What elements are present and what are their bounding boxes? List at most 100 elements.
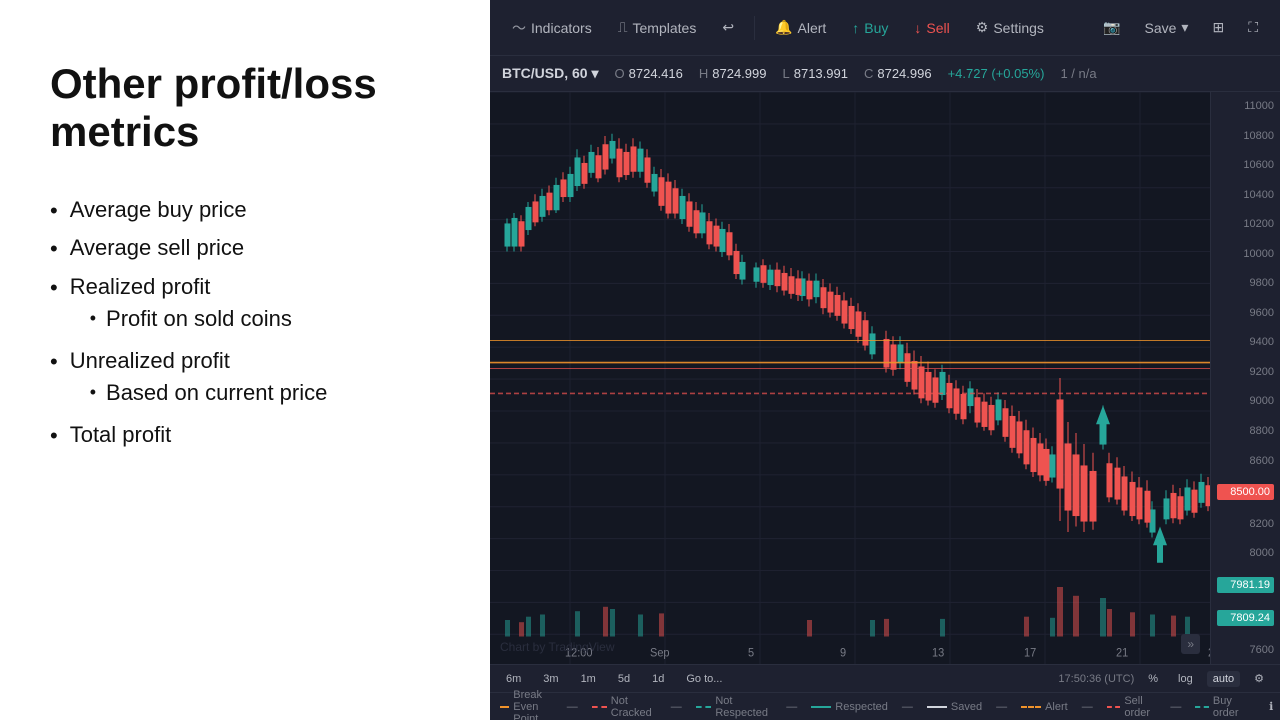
watermark: Chart by TradingView <box>500 640 615 654</box>
svg-text:17: 17 <box>1024 647 1036 660</box>
svg-text:13: 13 <box>932 647 944 660</box>
legend-line-respected <box>811 706 831 708</box>
list-item-avg-sell: Average sell price <box>50 235 440 264</box>
buy-icon: ↑ <box>852 20 859 36</box>
svg-text:21: 21 <box>1116 647 1128 660</box>
chevron-down-icon: ▾ <box>1181 19 1188 36</box>
sub-item-current-price: Based on current price <box>90 380 328 406</box>
list-item-total-profit: Total profit <box>50 422 440 451</box>
chart-svg: 12:00 Sep 5 9 13 17 21 25 <box>490 92 1280 664</box>
support-line <box>490 368 1210 369</box>
fullscreen-icon: ⛶ <box>1248 19 1258 36</box>
legend-bar: Break Even Point — Not Cracked — Not Res… <box>490 692 1280 720</box>
ohlc-high: H 8724.999 <box>699 66 767 81</box>
divider-1 <box>754 16 755 40</box>
1d-button[interactable]: 1d <box>646 671 670 687</box>
info-button[interactable]: ℹ <box>1263 698 1279 715</box>
break-even-line <box>490 340 1210 341</box>
indicators-icon: 〜 <box>512 18 526 38</box>
timestamp: 17:50:36 (UTC) <box>1058 673 1134 685</box>
list-item-unrealized: Unrealized profit Based on current price <box>50 348 440 412</box>
legend-saved: Saved <box>927 701 982 713</box>
info-icon: ℹ <box>1269 701 1273 713</box>
legend-dash4: — <box>902 701 913 713</box>
right-panel: 〜 Indicators ⎍ Templates ↩ 🔔 Alert ↑ Buy… <box>490 0 1280 720</box>
highlight-price-red: 8500.00 <box>1217 484 1274 500</box>
sub-item-profit-sold: Profit on sold coins <box>90 306 292 332</box>
indicators-button[interactable]: 〜 Indicators <box>502 13 602 43</box>
legend-dash: — <box>567 701 578 713</box>
svg-text:9: 9 <box>840 647 846 660</box>
legend-break-even: Break Even Point <box>500 689 553 720</box>
ohlc-close: C 8724.996 <box>864 66 932 81</box>
toolbar: 〜 Indicators ⎍ Templates ↩ 🔔 Alert ↑ Buy… <box>490 0 1280 56</box>
3m-button[interactable]: 3m <box>537 671 564 687</box>
highlight-price-green1: 7981.19 <box>1217 577 1274 593</box>
unrealized-sub-list: Based on current price <box>70 380 328 406</box>
camera-icon: 📷 <box>1103 19 1120 36</box>
legend-line-notcracked <box>592 706 607 708</box>
legend-line-sell <box>1107 706 1121 708</box>
undo-button[interactable]: ↩ <box>712 14 744 41</box>
log-button[interactable]: log <box>1172 671 1199 687</box>
legend-respected: Respected <box>811 701 888 713</box>
legend-dash5: — <box>996 701 1007 713</box>
6m-button[interactable]: 6m <box>500 671 527 687</box>
price-scale: 11000 10800 10600 10400 10200 10000 9800… <box>1210 92 1280 664</box>
auto-button[interactable]: auto <box>1207 671 1240 687</box>
settings-button[interactable]: ⚙ Settings <box>966 14 1054 41</box>
legend-buy-order: Buy order <box>1195 695 1245 719</box>
sell-icon: ↓ <box>914 20 921 36</box>
bullet-list: Average buy price Average sell price Rea… <box>50 197 440 461</box>
bottom-right: 17:50:36 (UTC) % log auto ⚙ <box>1058 670 1270 687</box>
gear-small-icon: ⚙ <box>1254 673 1264 685</box>
svg-text:5: 5 <box>748 647 754 660</box>
ohlc-low: L 8713.991 <box>783 66 848 81</box>
ohlc-open: O 8724.416 <box>615 66 683 81</box>
5d-button[interactable]: 5d <box>612 671 636 687</box>
legend-dash7: — <box>1170 701 1181 713</box>
legend-line-buy <box>1195 706 1209 708</box>
sell-button[interactable]: ↓ Sell <box>904 15 959 41</box>
chevron-down-icon: ▾ <box>591 65 598 81</box>
symbol-bar: BTC/USD, 60 ▾ O 8724.416 H 8724.999 L 87… <box>490 56 1280 92</box>
left-panel: Other profit/lossmetrics Average buy pri… <box>0 0 490 720</box>
list-item-avg-buy: Average buy price <box>50 197 440 226</box>
templates-icon: ⎍ <box>618 19 628 36</box>
legend-dash2: — <box>671 701 682 713</box>
legend-line-alert <box>1021 706 1041 708</box>
legend-sell-order: Sell order <box>1107 695 1157 719</box>
layout-icon: ⊞ <box>1212 19 1224 36</box>
legend-alert: Alert <box>1021 701 1068 713</box>
legend-not-cracked: Not Cracked <box>592 695 657 719</box>
camera-button[interactable]: 📷 <box>1093 14 1130 41</box>
templates-button[interactable]: ⎍ Templates <box>608 14 707 41</box>
toolbar-right: 📷 Save ▾ ⊞ ⛶ <box>1093 14 1268 41</box>
expand-button[interactable]: » <box>1181 634 1200 654</box>
price-change: +4.727 (+0.05%) <box>948 66 1045 81</box>
1m-button[interactable]: 1m <box>575 671 602 687</box>
legend-dash6: — <box>1082 701 1093 713</box>
save-button[interactable]: Save ▾ <box>1135 14 1199 41</box>
buy-button[interactable]: ↑ Buy <box>842 15 898 41</box>
settings-small-button[interactable]: ⚙ <box>1248 670 1270 687</box>
legend-line-orange <box>500 706 509 708</box>
multiplier: 1 / n/a <box>1060 66 1096 81</box>
gear-icon: ⚙ <box>976 19 989 36</box>
list-item-realized: Realized profit Profit on sold coins <box>50 274 440 338</box>
layout-button[interactable]: ⊞ <box>1202 14 1234 41</box>
bottom-bar: 6m 3m 1m 5d 1d Go to... 17:50:36 (UTC) %… <box>490 664 1280 692</box>
svg-text:Sep: Sep <box>650 647 670 660</box>
alert-button[interactable]: 🔔 Alert <box>765 14 836 41</box>
fullscreen-button[interactable]: ⛶ <box>1238 14 1268 41</box>
alert-icon: 🔔 <box>775 19 792 36</box>
legend-dash3: — <box>786 701 797 713</box>
goto-button[interactable]: Go to... <box>680 671 728 687</box>
main-title: Other profit/lossmetrics <box>50 60 440 157</box>
percent-button[interactable]: % <box>1142 671 1164 687</box>
chart-area[interactable]: 12:00 Sep 5 9 13 17 21 25 11000 10800 10… <box>490 92 1280 664</box>
undo-icon: ↩ <box>722 19 734 36</box>
realized-sub-list: Profit on sold coins <box>70 306 292 332</box>
symbol-name[interactable]: BTC/USD, 60 ▾ <box>502 65 599 82</box>
legend-not-respected: Not Respected <box>696 695 773 719</box>
